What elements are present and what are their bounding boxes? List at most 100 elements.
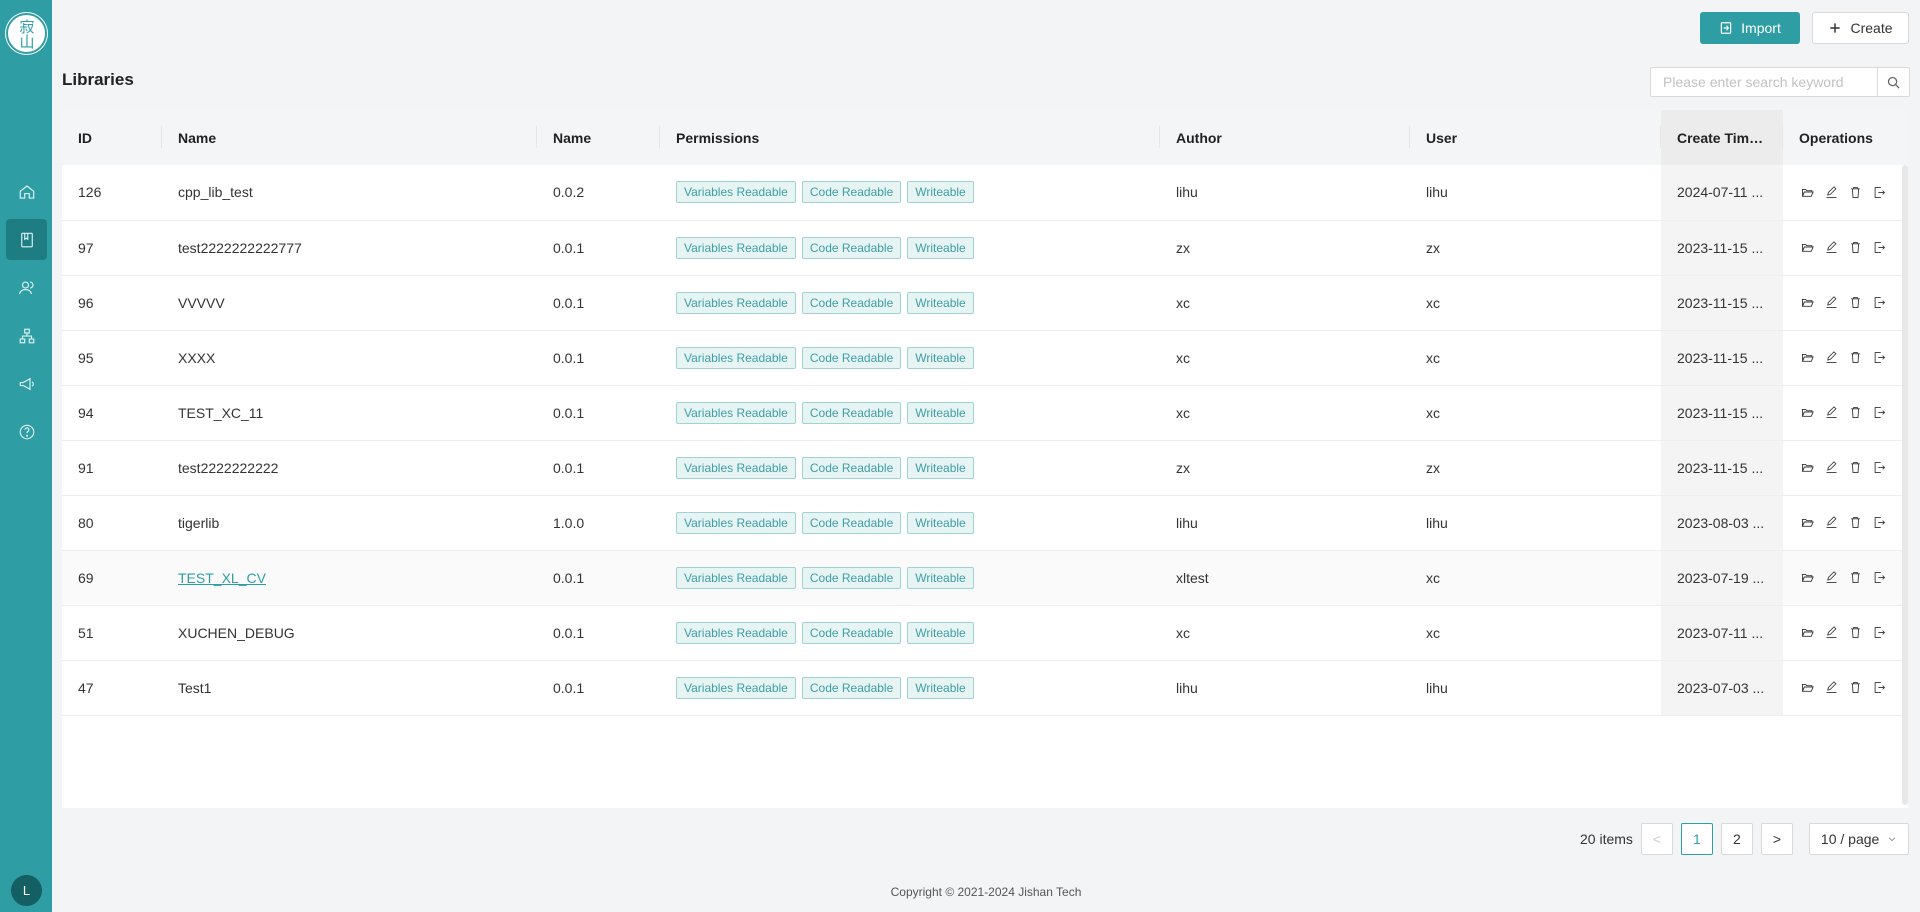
table-scrollbar[interactable] [1902,165,1908,805]
export-button[interactable] [1871,569,1888,586]
cell-create-time: 2023-11-15 ... [1661,385,1783,440]
export-button[interactable] [1871,624,1888,641]
folder-open-button[interactable] [1799,624,1816,641]
delete-button[interactable] [1847,679,1864,696]
folder-open-button[interactable] [1799,239,1816,256]
export-button[interactable] [1871,294,1888,311]
export-icon [1874,352,1886,363]
table-row[interactable]: 80 tigerlib 1.0.0 Variables Readable Code… [62,495,1908,550]
cell-id: 51 [78,624,94,641]
edit-button[interactable] [1823,349,1840,366]
cell-operations [1783,440,1908,495]
cell-create-time: 2023-07-19 ... [1661,550,1783,605]
edit-icon [1826,626,1837,638]
prev-page-button[interactable]: < [1640,823,1673,855]
sidebar-item-libraries[interactable] [6,219,47,260]
permission-tag: Writeable [907,621,974,644]
table-row[interactable]: 47 Test1 0.0.1 Variables Readable Code Re… [62,660,1908,715]
edit-button[interactable] [1823,459,1840,476]
export-button[interactable] [1871,239,1888,256]
table-row[interactable]: 51 XUCHEN_DEBUG 0.0.1 Variables Readable… [62,605,1908,660]
folder-open-button[interactable] [1799,349,1816,366]
edit-button[interactable] [1823,624,1840,641]
cell-permissions: Variables Readable Code Readable Writeable [660,165,1160,220]
folder-open-button[interactable] [1799,569,1816,586]
edit-button[interactable] [1823,404,1840,421]
edit-button[interactable] [1823,679,1840,696]
folder-open-button[interactable] [1799,514,1816,531]
export-icon [1874,186,1886,198]
sidebar-item-users[interactable] [6,267,47,308]
export-button[interactable] [1871,679,1888,696]
sidebar-item-home[interactable] [6,171,47,212]
next-page-button[interactable]: > [1760,823,1793,855]
sidebar-item-organization[interactable] [6,315,47,356]
delete-button[interactable] [1847,569,1864,586]
delete-button[interactable] [1847,514,1864,531]
column-header-create-time[interactable]: Create Time [1661,110,1783,165]
table-row[interactable]: 91 test2222222222 0.0.1 Variables Readab… [62,440,1908,495]
footer-copyright: Copyright © 2021-2024 Jishan Tech [890,885,1082,899]
import-button[interactable]: Import [1700,12,1800,44]
permission-tag: Writeable [907,346,974,369]
export-button[interactable] [1871,349,1888,366]
table-row[interactable]: 69 TEST_XL_CV 0.0.1 Variables Readable Co… [62,550,1908,605]
cell-version: 0.0.1 [553,624,585,641]
table-row[interactable]: 94 TEST_XC_11 0.0.1 Variables Readable Co… [62,385,1908,440]
export-button[interactable] [1871,184,1888,201]
table-row[interactable]: 96 VVVVV 0.0.1 Variables Readable Code Re… [62,275,1908,330]
export-button[interactable] [1871,404,1888,421]
folder-open-button[interactable] [1799,679,1816,696]
edit-icon [1826,241,1837,253]
cell-create-time: 2023-11-15 ... [1661,440,1783,495]
page-size-select[interactable]: 10 / page [1808,823,1909,855]
cell-permissions: Variables Readable Code Readable Writeable [660,660,1160,715]
folder-open-button[interactable] [1799,404,1816,421]
export-button[interactable] [1871,459,1888,476]
delete-button[interactable] [1847,184,1864,201]
cell-user: xc [1426,349,1440,366]
create-button[interactable]: Create [1812,12,1909,44]
delete-button[interactable] [1847,404,1864,421]
permission-tag: Code Readable [801,181,902,204]
edit-button[interactable] [1823,239,1840,256]
sidebar-item-help[interactable] [6,411,47,452]
delete-button[interactable] [1847,349,1864,366]
delete-button[interactable] [1847,294,1864,311]
edit-button[interactable] [1823,184,1840,201]
cell-id: 97 [78,239,94,256]
permission-tag: Variables Readable [676,236,796,259]
cell-create-time: 2024-07-11 ... [1661,165,1783,220]
edit-button[interactable] [1823,569,1840,586]
app-logo[interactable]: 寂山 [6,13,47,54]
folder-open-button[interactable] [1799,294,1816,311]
cell-permissions: Variables Readable Code Readable Writeable [660,220,1160,275]
cell-version: 0.0.1 [553,404,585,421]
cell-name[interactable]: TEST_XL_CV [162,550,537,605]
delete-button[interactable] [1847,624,1864,641]
permission-tag: Variables Readable [676,456,796,479]
delete-button[interactable] [1847,239,1864,256]
users-icon [18,280,33,294]
cell-operations [1783,660,1908,715]
folder-open-button[interactable] [1799,184,1816,201]
table-row[interactable]: 126 cpp_lib_test 0.0.2 Variables Readabl… [62,165,1908,220]
delete-icon [1851,297,1860,308]
table-row[interactable]: 97 test2222222222777 0.0.1 Variables Rea… [62,220,1908,275]
cell-permissions: Variables Readable Code Readable Writeable [660,385,1160,440]
search-input[interactable] [1651,68,1877,96]
table-row[interactable]: 95 XXXX 0.0.1 Variables Readable Code Rea… [62,330,1908,385]
delete-icon [1851,186,1860,198]
edit-button[interactable] [1823,294,1840,311]
export-button[interactable] [1871,514,1888,531]
cell-name: XXXX [178,349,216,366]
page-button-2[interactable]: 2 [1720,823,1753,855]
folder-open-button[interactable] [1799,459,1816,476]
delete-button[interactable] [1847,459,1864,476]
search-button[interactable] [1877,68,1909,96]
cell-author: xc [1176,349,1190,366]
sidebar-item-announcements[interactable] [6,363,47,404]
page-button-1[interactable]: 1 [1680,823,1713,855]
column-header-user: User [1410,110,1661,165]
edit-button[interactable] [1823,514,1840,531]
